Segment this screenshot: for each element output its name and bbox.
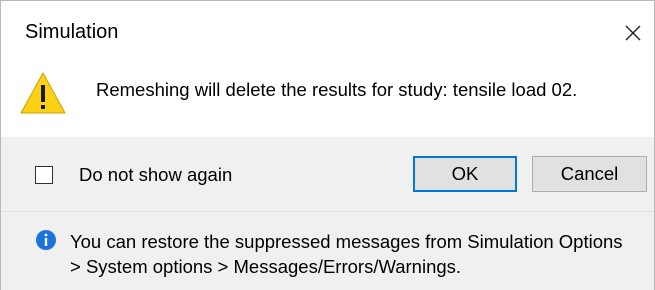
info-text: You can restore the suppressed messages … <box>70 229 623 279</box>
info-icon <box>36 230 56 250</box>
info-text-line-2: > System options > Messages/Errors/Warni… <box>70 256 462 277</box>
warning-icon <box>20 72 66 114</box>
title-bar: Simulation <box>1 1 654 63</box>
do-not-show-again-checkbox-row[interactable]: Do not show again <box>35 164 232 186</box>
simulation-dialog: Simulation Remeshing will delete the res… <box>0 0 655 290</box>
message-text: Remeshing will delete the results for st… <box>96 79 578 100</box>
ok-button[interactable]: OK <box>413 156 517 192</box>
close-button[interactable] <box>613 13 653 53</box>
cancel-button[interactable]: Cancel <box>532 156 647 192</box>
dialog-title: Simulation <box>25 21 119 43</box>
info-text-line-1: You can restore the suppressed messages … <box>70 231 623 252</box>
do-not-show-again-checkbox[interactable] <box>35 166 53 184</box>
close-icon <box>625 25 641 41</box>
checkbox-label: Do not show again <box>79 164 233 185</box>
